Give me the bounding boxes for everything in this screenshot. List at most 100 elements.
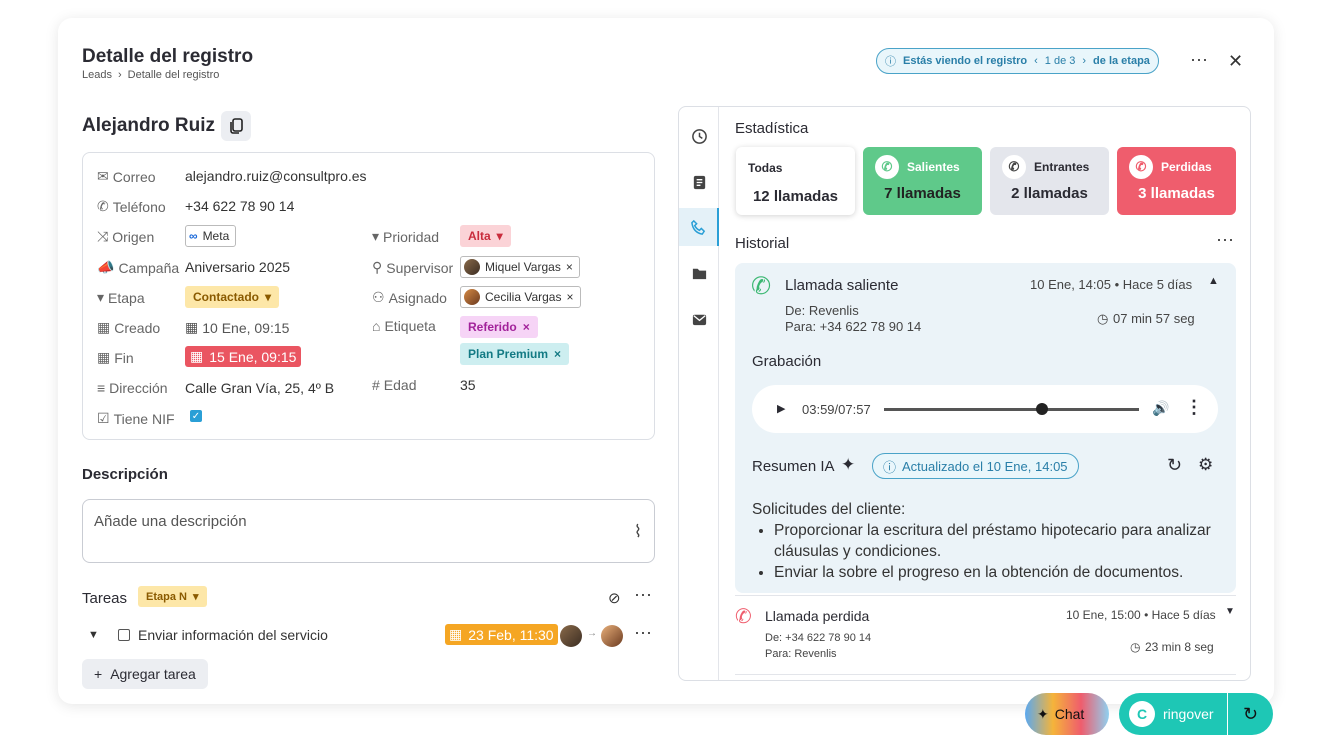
stat-card-todas[interactable]: Todas 12 llamadas [736,147,855,215]
descripcion-input[interactable]: Añade una descripción ⌇ [82,499,655,563]
volume-icon[interactable]: 🔊 [1152,400,1169,417]
direccion-value[interactable]: Calle Gran Vía, 25, 4º B [185,380,334,396]
fin-date-badge[interactable]: ▦ 15 Ene, 09:15 [185,346,302,367]
copy-button[interactable] [221,111,252,141]
task-title[interactable]: Enviar información del servicio [138,627,328,643]
supervisor-value: Miquel Vargas [485,260,561,274]
etiqueta-chip-premium[interactable]: Plan Premium × [460,343,570,365]
calendar-badge-icon: ▦ [449,626,463,642]
collapse-icon[interactable]: ▼ [88,629,99,641]
remove-icon[interactable]: × [566,260,573,274]
gear-icon[interactable]: ⚙ [1198,455,1213,475]
audio-more-icon[interactable]: ⋮ [1185,397,1203,418]
creado-value: 10 Ene, 09:15 [202,319,290,336]
breadcrumb-leads[interactable]: Leads [82,69,112,81]
more-options-icon[interactable]: ⋯ [1190,50,1209,71]
telefono-value[interactable]: +34 622 78 90 14 [185,198,294,214]
close-icon[interactable]: ✕ [1228,51,1243,72]
supervisor-chip[interactable]: Miquel Vargas × [460,256,580,278]
call-from: De: +34 622 78 90 14 [765,632,872,644]
calendar-icon: ▦ [97,319,111,335]
history-rail-button[interactable] [679,117,719,155]
audio-track[interactable] [884,408,1139,411]
clock-icon: ◷ [1097,311,1109,326]
tareas-title: Tareas [82,590,128,607]
calls-rail-button[interactable] [679,208,719,246]
remove-icon[interactable]: × [523,320,530,334]
next-record-button[interactable]: › [1082,55,1086,67]
nif-checkbox[interactable]: ✓ [190,410,202,422]
direccion-label: Dirección [109,380,168,396]
email-rail-button[interactable] [679,300,719,338]
avatar [464,259,480,275]
sync-icon[interactable]: ↻ [1227,693,1273,735]
tag-icon: ⌂ [372,318,381,334]
chevron-down-icon[interactable]: ▼ [1225,606,1235,617]
task-more-icon[interactable]: ⋯ [634,623,653,644]
resumen-body: Solicitudes del cliente: Proporcionar la… [752,499,1222,583]
outgoing-call-icon: ✆ [751,273,772,300]
origen-chip[interactable]: ∞ Meta [185,225,237,247]
task-date: 23 Feb, 11:30 [468,626,554,643]
phone-icon: ✆ [97,198,109,214]
tareas-more-icon[interactable]: ⋯ [634,585,653,606]
campana-value[interactable]: Aniversario 2025 [185,259,290,275]
task-date-badge[interactable]: ▦ 23 Feb, 11:30 [445,624,558,645]
record-name-text: Alejandro Ruiz [82,115,216,136]
etiqueta-value: Referido [468,320,517,334]
resumen-updated: Actualizado el 10 Ene, 14:05 [902,458,1068,474]
copy-icon [230,118,243,134]
add-task-button[interactable]: + Agregar tarea [82,659,208,689]
correo-label: Correo [112,168,156,185]
paperclip-icon[interactable]: ⌇ [634,522,642,542]
stat-card-entrantes[interactable]: ✆ Entrantes 2 llamadas [990,147,1109,215]
caret-down-icon: ▾ [265,290,272,304]
play-icon[interactable]: ▶ [777,402,785,415]
notes-rail-button[interactable] [679,163,719,201]
breadcrumb-current: Detalle del registro [127,69,220,81]
chevron-right-icon: › [117,69,122,81]
chat-label: Chat [1054,706,1085,722]
descripcion-title: Descripción [82,466,168,483]
task-checkbox[interactable] [118,629,130,641]
historial-more-icon[interactable]: ⋯ [1216,230,1235,251]
eye-off-icon[interactable]: ⊘ [608,589,621,607]
stat-card-salientes[interactable]: ✆ Salientes 7 llamadas [863,147,982,215]
avatar [560,625,582,647]
audio-scrubber[interactable] [1036,403,1049,415]
envelope-icon [692,314,706,325]
descripcion-placeholder: Añade una descripción [94,513,247,530]
asignado-label: Asignado [388,289,447,306]
call-title[interactable]: Llamada perdida [765,608,869,624]
asignado-chip[interactable]: Cecilia Vargas × [460,286,581,308]
origen-label: Origen [112,228,155,245]
audio-player: ▶ 03:59/07:57 🔊 ⋮ [752,385,1218,433]
call-title[interactable]: Llamada saliente [785,277,898,294]
chevron-up-icon[interactable]: ▲ [1208,275,1219,287]
stat-value: 12 llamadas [752,188,839,205]
prev-record-button[interactable]: ‹ [1034,55,1038,67]
stat-card-perdidas[interactable]: ✆ Perdidas 3 llamadas [1117,147,1236,215]
files-rail-button[interactable] [679,254,719,292]
side-rail [679,107,719,680]
resumen-bullet: Enviar la sobre el progreso en la obtenc… [774,562,1222,583]
remove-icon[interactable]: × [554,347,561,361]
edad-value[interactable]: 35 [460,377,476,393]
resumen-bullet: Proporcionar la escritura del préstamo h… [774,520,1222,562]
refresh-icon[interactable]: ↻ [1167,455,1182,476]
remove-icon[interactable]: × [566,290,573,304]
activity-panel: Estadística Todas 12 llamadas ✆ Salientes… [678,106,1251,681]
etapa-select[interactable]: Contactado ▾ [185,286,280,308]
stage-select[interactable]: Etapa N ▾ [138,586,207,607]
correo-value[interactable]: alejandro.ruiz@consultpro.es [185,168,367,184]
grabacion-title: Grabación [752,353,822,370]
avatar [601,625,623,647]
chat-button[interactable]: ✦ Chat [1025,693,1109,735]
stat-value: 7 llamadas [884,185,961,202]
prioridad-select[interactable]: Alta ▾ [460,225,511,247]
ringover-widget[interactable]: C ringover ↻ [1119,693,1273,735]
etiqueta-chip-referido[interactable]: Referido × [460,316,538,338]
calendar-badge-icon: ▦ [190,348,204,364]
stat-label: Salientes [907,160,960,174]
stat-label: Todas [748,161,783,175]
